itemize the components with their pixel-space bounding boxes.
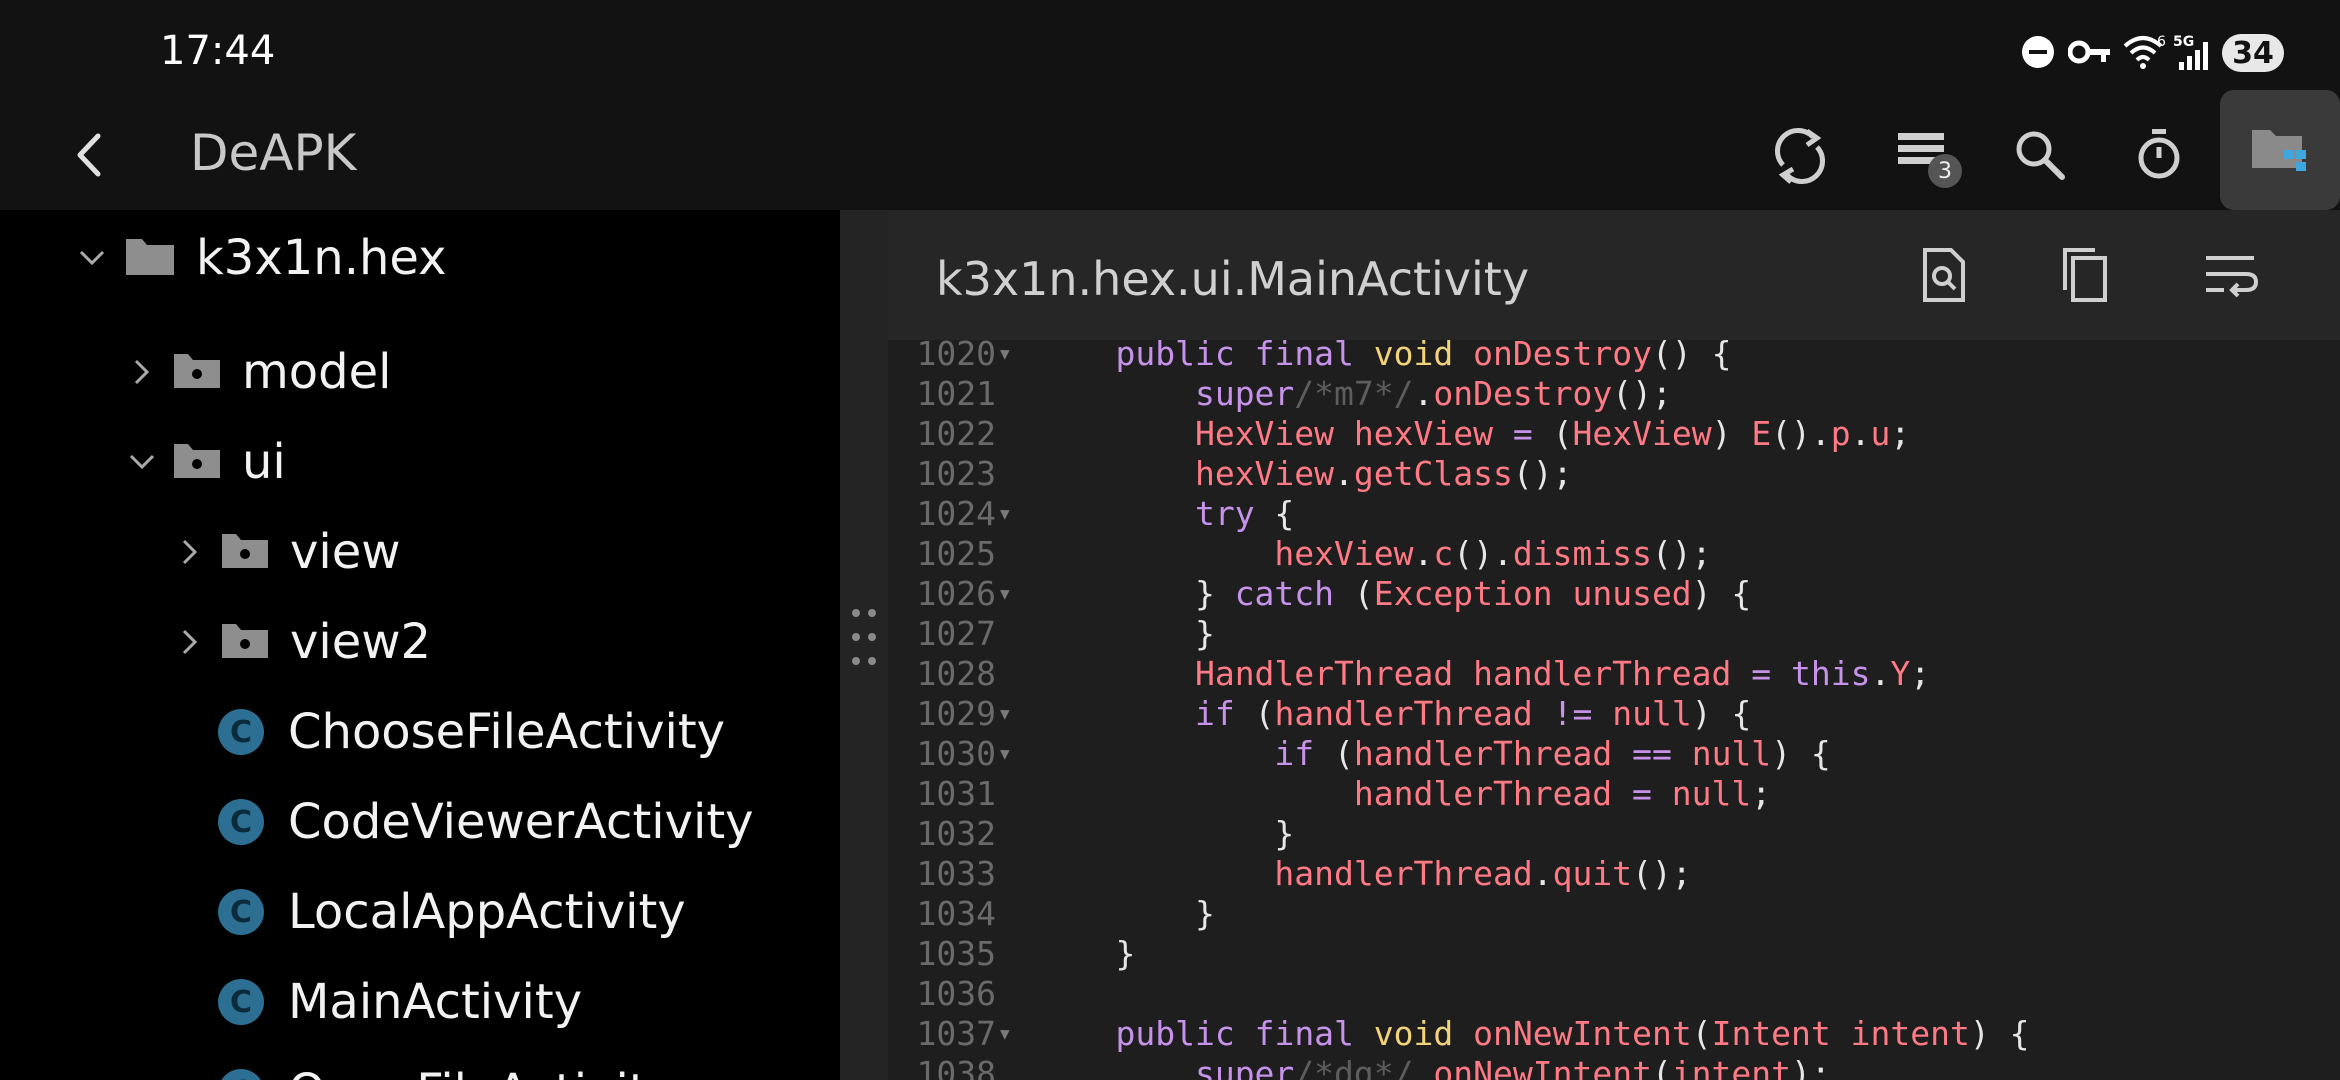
code-line: 1035 }: [916, 934, 1136, 973]
tree-item-label: LocalAppActivity: [288, 884, 686, 940]
class-icon: C: [218, 709, 264, 755]
chevron-right-icon: [122, 352, 162, 392]
tree-item-label: view2: [290, 614, 432, 670]
code-area[interactable]: 1020 ▼ public final void onDestroy() { 10…: [888, 334, 2340, 1080]
tree-item-label: model: [242, 344, 392, 400]
wifi-icon: 6: [2120, 30, 2170, 74]
editor-header: k3x1n.hex.ui.MainActivity: [888, 210, 2340, 340]
find-in-file-icon: [1923, 248, 1965, 302]
fold-arrow-icon: ▼: [1000, 504, 1010, 523]
fold-arrow-icon: ▼: [1000, 1024, 1010, 1043]
tree-item-label: ChooseFileActivity: [288, 704, 726, 760]
class-icon: C: [218, 799, 264, 845]
status-time: 17:44: [160, 28, 276, 74]
code-line: 1022 HexView hexView = (HexView) E().p.u…: [916, 414, 1911, 453]
code-line: 1028 HandlerThread handlerThread = this.…: [916, 654, 1931, 693]
tree-item-label: OpenFileActivity: [288, 1064, 676, 1080]
fold-arrow-icon: ▼: [1000, 584, 1010, 603]
code-line: 1024 ▼ try {: [916, 494, 1295, 533]
tree-item-label: CodeViewerActivity: [288, 794, 754, 850]
tree-root-label: k3x1n.hex: [196, 230, 447, 286]
find-in-file-button[interactable]: [1894, 225, 1994, 325]
code-line: 1038 super/*dg*/.onNewIntent(intent);: [916, 1054, 1831, 1080]
folder-icon: [124, 235, 176, 282]
wifi-badge: 6: [2157, 34, 2166, 50]
tree-item-class[interactable]: C LocalAppActivity: [218, 872, 686, 952]
timer-icon: [2138, 129, 2180, 179]
battery-level: 34: [2232, 35, 2274, 71]
code-line: 1037 ▼ public final void onNewIntent(Inte…: [916, 1014, 2030, 1053]
search-icon: [2016, 131, 2065, 180]
search-button[interactable]: [1985, 100, 2095, 210]
editor-title: k3x1n.hex.ui.MainActivity: [936, 252, 1530, 306]
code-line: 1026 ▼ } catch (Exception unused) {: [916, 574, 1752, 613]
tree-item-view[interactable]: view: [170, 512, 401, 592]
tree-item-model[interactable]: model: [122, 332, 391, 412]
battery-icon: 34: [2222, 34, 2284, 72]
tree-root[interactable]: k3x1n.hex: [72, 218, 446, 298]
fold-arrow-icon: ▼: [1000, 704, 1010, 723]
status-bar: [0, 0, 2340, 100]
chevron-down-icon: [122, 442, 162, 482]
fold-arrow-icon: ▼: [1000, 344, 1010, 363]
code-line: 1027 }: [916, 614, 1215, 653]
vpn-key-icon: [2066, 34, 2114, 70]
back-icon: [77, 133, 101, 177]
copy-button[interactable]: [2036, 225, 2136, 325]
tree-item-class[interactable]: C MainActivity: [218, 962, 582, 1042]
tree-item-label: view: [290, 524, 401, 580]
tree-item-class[interactable]: C ChooseFileActivity: [218, 692, 725, 772]
code-editor: k3x1n.hex.ui.MainActivity 1020 ▼ public f…: [888, 210, 2340, 1080]
tree-item-view2[interactable]: view2: [170, 602, 431, 682]
class-icon: C: [218, 979, 264, 1025]
chevron-right-icon: [170, 622, 210, 662]
tree-item-ui[interactable]: ui: [122, 422, 286, 502]
tasks-badge: 3: [1928, 154, 1962, 188]
network-label: 5G: [2173, 34, 2194, 50]
code-line: 1029 ▼ if (handlerThread != null) {: [916, 694, 1752, 733]
fold-arrow-icon: ▼: [1000, 744, 1010, 763]
code-line: 1032 }: [916, 814, 1295, 853]
chevron-right-icon: [170, 532, 210, 572]
back-button[interactable]: [35, 100, 145, 210]
file-tree-button[interactable]: [2220, 90, 2340, 210]
tree-item-class[interactable]: C OpenFileActivity: [218, 1052, 676, 1080]
code-line: 1034 }: [916, 894, 1215, 933]
class-icon: C: [218, 889, 264, 935]
code-line: 1020 ▼ public final void onDestroy() {: [916, 334, 1732, 373]
wrap-text-icon: [2206, 256, 2259, 298]
drag-handle-icon: [852, 609, 876, 665]
tasks-button[interactable]: 3: [1870, 100, 1980, 210]
signal-5g-icon: 5G: [2172, 30, 2220, 74]
tree-item-class[interactable]: C CodeViewerActivity: [218, 782, 754, 862]
chevron-down-icon: [72, 238, 112, 278]
sync-icon: [1775, 128, 1825, 184]
sync-button[interactable]: [1745, 100, 1855, 210]
package-icon: [172, 350, 222, 395]
code-line: 1036: [916, 974, 996, 1013]
code-line: 1021 super/*m7*/.onDestroy();: [916, 374, 1672, 413]
file-tree-icon: [2252, 130, 2306, 171]
code-line: 1030 ▼ if (handlerThread == null) {: [916, 734, 1831, 773]
code-line: 1023 hexView.getClass();: [916, 454, 1573, 493]
dnd-icon: [2020, 34, 2056, 70]
app-title: DeAPK: [190, 124, 357, 182]
timer-button[interactable]: [2104, 100, 2214, 210]
wrap-text-button[interactable]: [2181, 225, 2281, 325]
package-icon: [172, 440, 222, 485]
package-icon: [220, 620, 270, 665]
panel-splitter[interactable]: [840, 210, 888, 1080]
code-line: 1031 handlerThread = null;: [916, 774, 1772, 813]
code-line: 1033 handlerThread.quit();: [916, 854, 1692, 893]
file-tree-panel: k3x1n.hex model ui view view2 C ChooseFi…: [0, 210, 840, 1080]
code-line: 1025 hexView.c().dismiss();: [916, 534, 1712, 573]
package-icon: [220, 530, 270, 575]
tree-item-label: MainActivity: [288, 974, 583, 1030]
class-icon: C: [218, 1069, 264, 1080]
tree-item-label: ui: [242, 434, 286, 490]
copy-icon: [2063, 248, 2107, 302]
